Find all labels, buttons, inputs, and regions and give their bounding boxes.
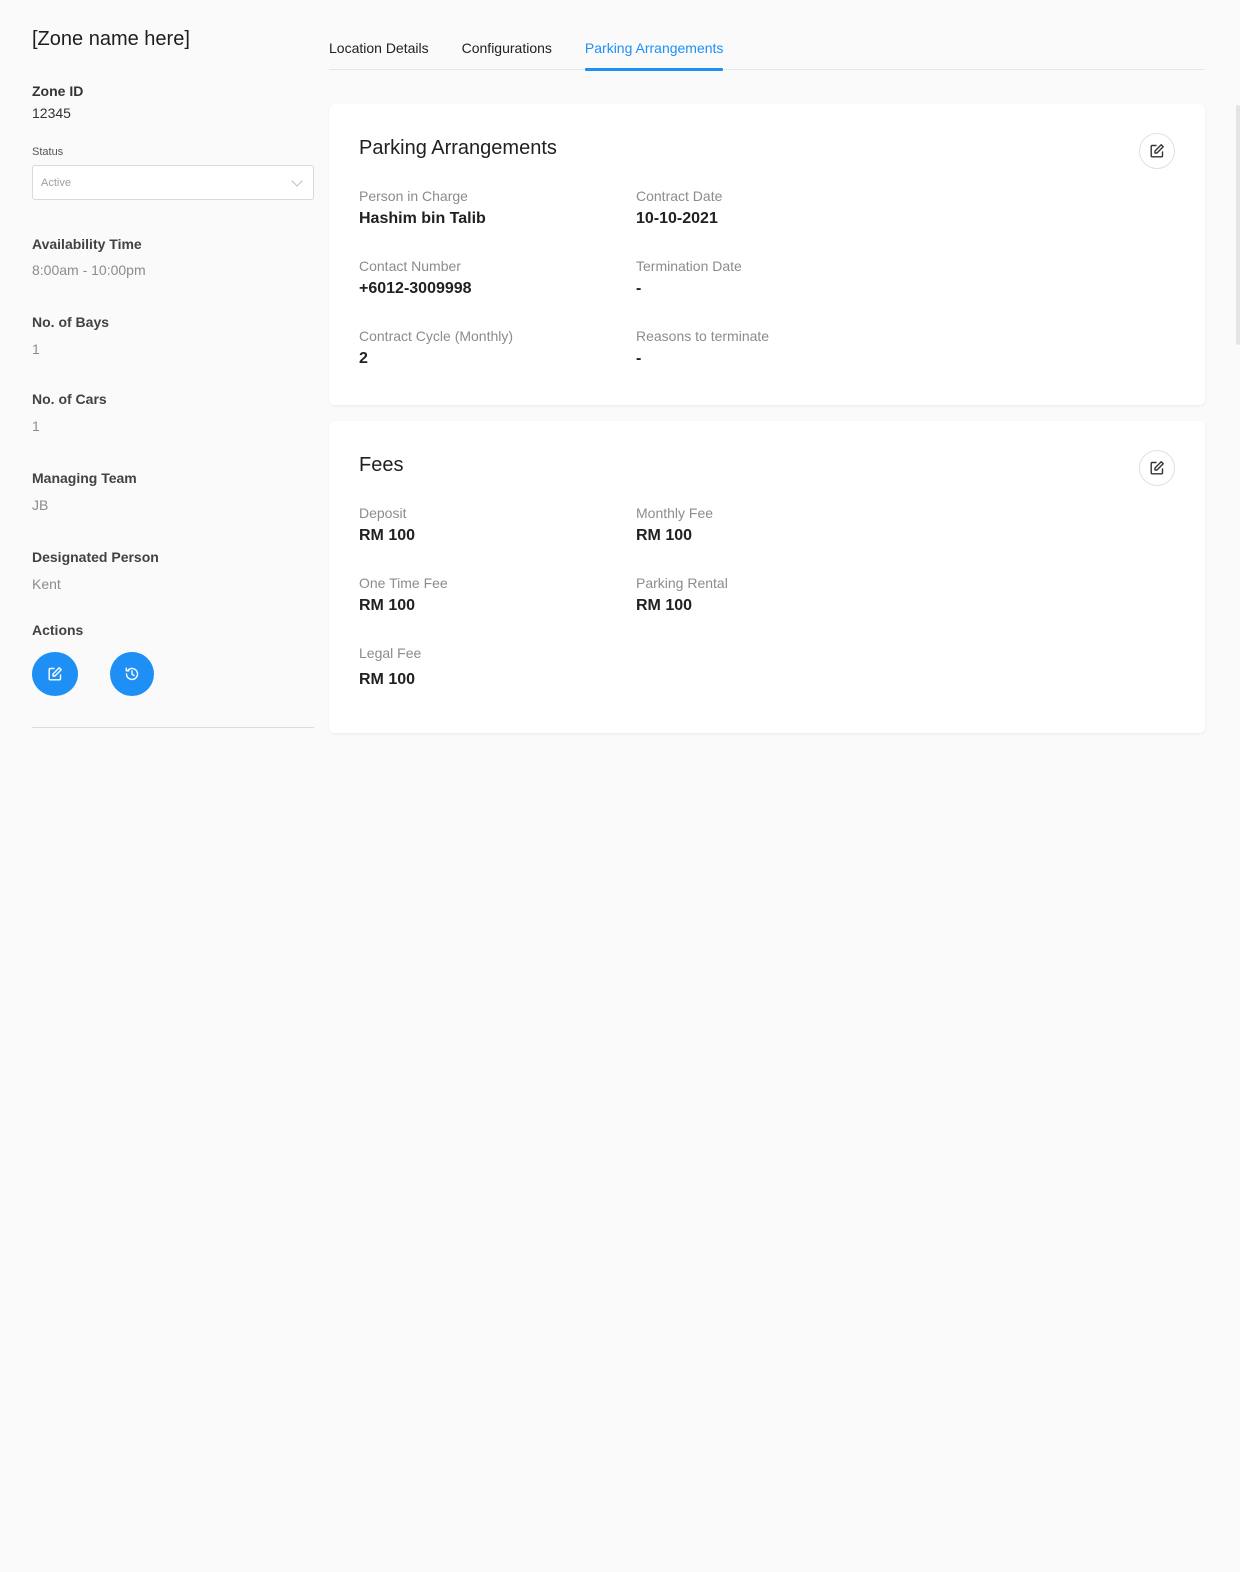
contract-cycle-label: Contract Cycle (Monthly): [359, 328, 514, 344]
contract-date-label: Contract Date: [636, 188, 723, 204]
page-scrollbar[interactable]: [1236, 105, 1240, 345]
availability-block: Availability Time 8:00am - 10:00pm: [32, 235, 314, 279]
monthly-fee-field: Monthly Fee RM 100: [636, 504, 713, 546]
parking-arrangements-card: Parking Arrangements Person in Charge Ha…: [329, 104, 1205, 405]
reasons-to-terminate-label: Reasons to terminate: [636, 328, 770, 344]
edit-icon: [1150, 144, 1164, 158]
zone-details-page: [Zone name here] Zone ID 12345 Status Ac…: [0, 0, 1240, 1572]
zone-title: [Zone name here]: [32, 28, 190, 50]
one-time-fee-label: One Time Fee: [359, 575, 448, 591]
tab-configurations[interactable]: Configurations: [462, 30, 552, 69]
contract-date-value: 10-10-2021: [636, 210, 718, 227]
parking-card-title: Parking Arrangements: [359, 137, 557, 159]
designated-block: Designated Person Kent: [32, 548, 314, 593]
reasons-to-terminate-field: Reasons to terminate -: [636, 327, 769, 369]
zone-sidebar: [Zone name here] Zone ID 12345 Status Ac…: [32, 26, 314, 728]
fees-card-title: Fees: [359, 454, 404, 476]
legal-fee-label: Legal Fee: [359, 645, 422, 661]
edit-parking-button[interactable]: [1139, 133, 1175, 169]
availability-value: 8:00am - 10:00pm: [32, 262, 146, 278]
status-label: Status: [32, 146, 64, 158]
parking-rental-value: RM 100: [636, 597, 693, 614]
edit-zone-button[interactable]: [32, 652, 78, 696]
one-time-fee-value: RM 100: [359, 597, 416, 614]
availability-label: Availability Time: [32, 236, 142, 252]
person-in-charge-field: Person in Charge Hashim bin Talib: [359, 187, 486, 229]
deposit-label: Deposit: [359, 505, 407, 521]
monthly-fee-value: RM 100: [636, 527, 693, 544]
edit-fees-button[interactable]: [1139, 450, 1175, 486]
team-label: Managing Team: [32, 470, 137, 486]
sidebar-divider: [32, 727, 314, 728]
team-value: JB: [32, 497, 49, 513]
designated-label: Designated Person: [32, 549, 159, 565]
tab-parking-arrangements[interactable]: Parking Arrangements: [584, 30, 723, 71]
monthly-fee-label: Monthly Fee: [636, 505, 714, 521]
cars-block: No. of Cars 1: [32, 390, 314, 435]
deposit-field: Deposit RM 100: [359, 504, 415, 546]
status-select[interactable]: Active: [32, 165, 314, 200]
status-select-value: Active: [41, 176, 71, 189]
designated-value: Kent: [32, 576, 61, 592]
zone-id-label: Zone ID: [32, 83, 84, 99]
tab-bar: Location Details Configurations Parking …: [329, 30, 1205, 71]
termination-date-value: -: [636, 280, 642, 297]
zone-id-value: 12345: [32, 105, 71, 121]
chevron-down-icon: [291, 174, 303, 187]
parking-rental-label: Parking Rental: [636, 575, 728, 591]
edit-icon: [1150, 461, 1164, 475]
cars-value: 1: [32, 418, 40, 434]
one-time-fee-field: One Time Fee RM 100: [359, 574, 448, 616]
team-block: Managing Team JB: [32, 469, 314, 514]
contact-number-label: Contact Number: [359, 258, 461, 274]
contract-cycle-field: Contract Cycle (Monthly) 2: [359, 327, 513, 369]
tab-location-details[interactable]: Location Details: [329, 30, 429, 69]
contract-date-field: Contract Date 10-10-2021: [636, 187, 722, 229]
legal-fee-value: RM 100: [359, 671, 416, 688]
parking-rental-field: Parking Rental RM 100: [636, 574, 728, 616]
termination-date-field: Termination Date -: [636, 257, 742, 299]
bays-block: No. of Bays 1: [32, 313, 314, 358]
termination-date-label: Termination Date: [636, 258, 742, 274]
history-button[interactable]: [110, 652, 154, 696]
history-icon: [125, 667, 139, 681]
contact-number-field: Contact Number +6012-3009998: [359, 257, 472, 299]
fees-card: Fees Deposit RM 100 Monthly Fee RM 100 O…: [329, 421, 1205, 733]
edit-icon: [48, 667, 62, 681]
person-in-charge-label: Person in Charge: [359, 188, 468, 204]
person-in-charge-value: Hashim bin Talib: [359, 210, 486, 227]
cars-label: No. of Cars: [32, 391, 107, 407]
deposit-value: RM 100: [359, 527, 416, 544]
reasons-to-terminate-value: -: [636, 350, 642, 367]
legal-fee-field: Legal Fee RM 100: [359, 644, 421, 690]
bays-label: No. of Bays: [32, 314, 110, 330]
contract-cycle-value: 2: [359, 350, 368, 367]
actions-row: [32, 652, 314, 696]
actions-label: Actions: [32, 622, 84, 638]
contact-number-value: +6012-3009998: [359, 280, 472, 297]
bays-value: 1: [32, 341, 40, 357]
